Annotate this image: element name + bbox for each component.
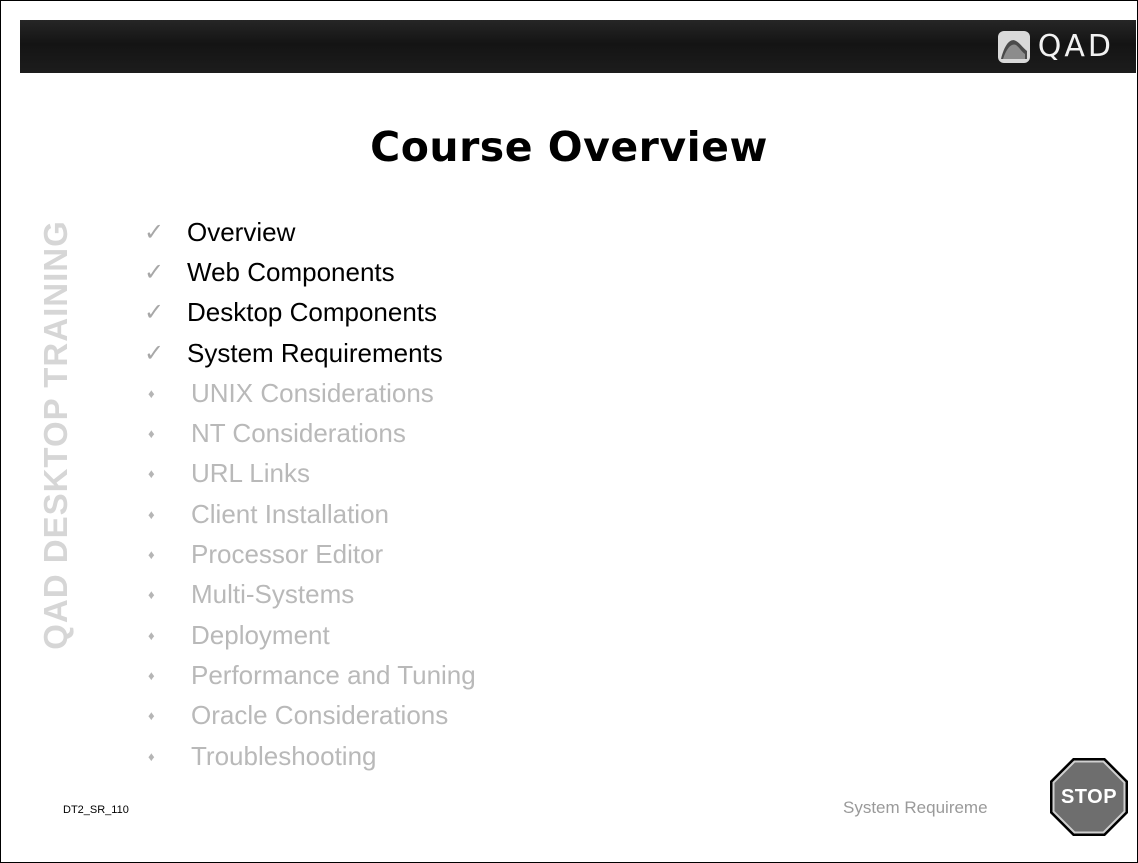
topic-label: Multi-Systems — [191, 579, 355, 610]
sidebar-watermark: QAD DESKTOP TRAINING — [34, 209, 78, 661]
topic-label: Client Installation — [191, 498, 389, 529]
topic-item: ♦ Troubleshooting — [144, 736, 476, 776]
section-footer: System Requireme — [843, 798, 988, 817]
topic-item: ♦ Processor Editor — [144, 534, 476, 574]
slide-title: Course Overview — [370, 123, 768, 171]
logo-text: QAD — [1037, 29, 1114, 64]
topic-item: ✓ Overview — [144, 212, 476, 252]
qad-swoosh-icon — [997, 31, 1030, 63]
diamond-bullet-icon: ♦ — [148, 547, 155, 563]
topic-item: ✓ Desktop Components — [144, 293, 476, 333]
diamond-bullet-icon: ♦ — [148, 748, 155, 764]
topic-item: ♦ UNIX Considerations — [144, 373, 476, 413]
topic-item: ♦ Oracle Considerations — [144, 696, 476, 736]
sidebar-label: QAD DESKTOP TRAINING — [37, 220, 74, 650]
topic-label: Web Components — [187, 256, 395, 287]
checkmark-icon: ✓ — [144, 258, 165, 286]
topic-item: ✓ Web Components — [144, 252, 476, 292]
topic-label: URL Links — [191, 458, 310, 489]
stop-label: STOP — [1060, 785, 1118, 808]
topic-label: Overview — [187, 216, 296, 247]
topic-item: ♦ Performance and Tuning — [144, 655, 476, 695]
checkmark-icon: ✓ — [144, 218, 165, 246]
qad-logo: QAD — [997, 29, 1114, 65]
topic-label: System Requirements — [187, 337, 443, 368]
diamond-bullet-icon: ♦ — [148, 466, 155, 482]
topic-item: ♦ Deployment — [144, 615, 476, 655]
stop-sign-button[interactable]: STOP — [1049, 757, 1129, 837]
diamond-bullet-icon: ♦ — [148, 506, 155, 522]
topic-label: Deployment — [191, 619, 330, 650]
topic-label: Desktop Components — [187, 297, 438, 328]
diamond-bullet-icon: ♦ — [148, 385, 155, 401]
topic-label: Performance and Tuning — [191, 659, 476, 690]
topic-label: Processor Editor — [191, 539, 384, 570]
topic-item: ♦ NT Considerations — [144, 413, 476, 453]
checkmark-icon: ✓ — [144, 339, 165, 367]
topic-label: Troubleshooting — [191, 740, 377, 771]
topic-label: Oracle Considerations — [191, 700, 449, 731]
topic-list: ✓ Overview ✓ Web Components ✓ Desktop Compone… — [144, 212, 476, 776]
topic-item: ♦ Multi-Systems — [144, 575, 476, 615]
diamond-bullet-icon: ♦ — [148, 708, 155, 724]
topic-label: UNIX Considerations — [191, 377, 434, 408]
slide-id: DT2_SR_110 — [63, 804, 129, 816]
topic-item: ♦ URL Links — [144, 454, 476, 494]
topic-label: NT Considerations — [191, 418, 406, 449]
diamond-bullet-icon: ♦ — [148, 587, 155, 603]
topic-item: ✓ System Requirements — [144, 333, 476, 373]
checkmark-icon: ✓ — [144, 299, 165, 327]
topic-item: ♦ Client Installation — [144, 494, 476, 534]
diamond-bullet-icon: ♦ — [148, 627, 155, 643]
slide: QAD Course Overview QAD DESKTOP TRAINING… — [0, 0, 1138, 863]
diamond-bullet-icon: ♦ — [148, 667, 155, 683]
header-banner: QAD — [20, 20, 1136, 73]
diamond-bullet-icon: ♦ — [148, 426, 155, 442]
